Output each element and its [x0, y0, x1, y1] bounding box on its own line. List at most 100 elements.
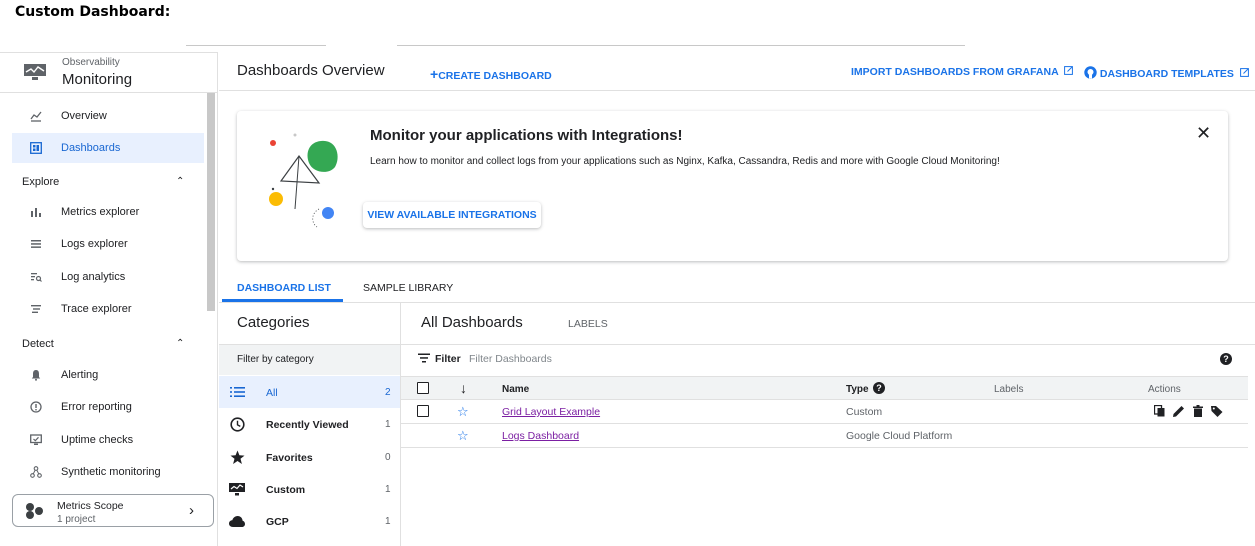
chevron-up-icon[interactable]: ⌃ — [176, 176, 184, 187]
view-integrations-button[interactable]: VIEW AVAILABLE INTEGRATIONS — [363, 202, 541, 228]
sidebar-item-label: Logs explorer — [61, 238, 128, 250]
column-header-name[interactable]: Name — [502, 384, 529, 395]
create-dashboard-label: CREATE DASHBOARD — [438, 70, 552, 82]
import-grafana-label: IMPORT DASHBOARDS FROM GRAFANA — [851, 66, 1059, 78]
divider — [219, 90, 1255, 91]
dashboards-icon — [24, 142, 48, 154]
table-header: ↓ Name Type ? Labels Actions — [401, 376, 1248, 400]
metrics-scope-button[interactable]: Metrics Scope 1 project › — [12, 494, 214, 527]
edit-pencil-icon[interactable] — [1172, 404, 1185, 417]
error-reporting-icon — [24, 401, 48, 413]
metrics-scope-title: Metrics Scope — [57, 500, 124, 512]
delete-trash-icon[interactable] — [1191, 404, 1204, 417]
table-row: ☆ Logs Dashboard Google Cloud Platform — [401, 424, 1248, 448]
banner-title: Monitor your applications with Integrati… — [370, 127, 683, 144]
tab-dashboard-list[interactable]: DASHBOARD LIST — [237, 282, 331, 294]
github-icon — [1084, 66, 1097, 79]
row-checkbox[interactable] — [417, 405, 429, 417]
category-count: 1 — [385, 516, 391, 527]
column-header-type[interactable]: Type — [846, 384, 869, 395]
row-actions — [1153, 404, 1223, 417]
category-recently-viewed[interactable]: Recently Viewed 1 — [219, 408, 400, 440]
dashboard-templates-label: DASHBOARD TEMPLATES — [1099, 68, 1234, 80]
banner-description: Learn how to monitor and collect logs fr… — [370, 156, 1000, 167]
chevron-up-icon[interactable]: ⌃ — [176, 338, 184, 349]
category-all[interactable]: All 2 — [219, 376, 400, 408]
sidebar-item-label: Dashboards — [61, 142, 121, 154]
divider — [186, 45, 326, 46]
bell-icon — [24, 369, 48, 381]
close-icon[interactable]: ✕ — [1196, 123, 1211, 144]
category-label: GCP — [266, 516, 289, 528]
sidebar-item-log-analytics[interactable]: Log analytics — [12, 262, 204, 292]
sidebar-item-label: Alerting — [61, 369, 99, 381]
sidebar-item-label: Overview — [61, 110, 107, 122]
filter-label[interactable]: Filter — [435, 353, 461, 365]
dashboard-type: Google Cloud Platform — [846, 430, 953, 442]
tab-labels[interactable]: LABELS — [568, 318, 608, 330]
import-grafana-link[interactable]: IMPORT DASHBOARDS FROM GRAFANA — [851, 66, 1074, 78]
cloud-icon — [228, 513, 246, 529]
label-tag-icon[interactable] — [1210, 404, 1223, 417]
product-name: Monitoring — [62, 71, 133, 88]
category-custom[interactable]: Custom 1 — [219, 473, 400, 505]
filter-dashboards-input[interactable]: Filter Dashboards — [469, 353, 552, 365]
monitoring-logo-icon — [24, 64, 46, 80]
list-icon — [228, 384, 246, 400]
help-icon[interactable]: ? — [1220, 353, 1232, 365]
sidebar-item-metrics-explorer[interactable]: Metrics explorer — [12, 197, 204, 227]
plus-icon: + — [430, 66, 439, 82]
create-dashboard-button[interactable]: +CREATE DASHBOARD — [430, 66, 552, 82]
copy-icon[interactable] — [1153, 404, 1166, 417]
uptime-icon — [24, 434, 48, 446]
product-header[interactable]: Observability Monitoring — [0, 53, 217, 93]
sidebar-item-dashboards[interactable]: Dashboards — [12, 133, 204, 163]
divider — [219, 302, 1255, 303]
sidebar: Observability Monitoring Overview Dashbo… — [0, 52, 218, 546]
section-header-detect: Detect — [22, 338, 54, 350]
category-favorites[interactable]: Favorites 0 — [219, 441, 400, 473]
clock-icon — [228, 416, 246, 432]
category-label: Custom — [266, 484, 306, 496]
column-header-labels: Labels — [994, 384, 1024, 395]
star-icon — [228, 449, 246, 465]
external-link-icon — [1239, 68, 1249, 77]
category-count: 2 — [385, 387, 391, 398]
table-row: ☆ Grid Layout Example Custom — [401, 400, 1248, 424]
sidebar-scrollbar[interactable] — [207, 93, 215, 311]
category-gcp[interactable]: GCP 1 — [219, 505, 400, 537]
sidebar-item-uptime-checks[interactable]: Uptime checks — [12, 425, 204, 455]
divider — [401, 344, 1255, 345]
categories-title: Categories — [237, 314, 310, 331]
dashboard-name-link[interactable]: Grid Layout Example — [502, 406, 600, 418]
integrations-banner: Monitor your applications with Integrati… — [237, 111, 1228, 261]
sidebar-item-trace-explorer[interactable]: Trace explorer — [12, 294, 204, 324]
document-title: Custom Dashboard: — [15, 4, 171, 20]
help-icon[interactable]: ? — [873, 382, 885, 394]
all-dashboards-title: All Dashboards — [421, 314, 523, 331]
sidebar-item-overview[interactable]: Overview — [12, 101, 204, 131]
category-count: 1 — [385, 484, 391, 495]
dashboard-type: Custom — [846, 406, 883, 418]
sidebar-item-logs-explorer[interactable]: Logs explorer — [12, 229, 204, 259]
star-outline-icon[interactable]: ☆ — [457, 404, 469, 420]
sort-arrow-icon[interactable]: ↓ — [460, 380, 467, 396]
star-outline-icon[interactable]: ☆ — [457, 428, 469, 444]
select-all-checkbox[interactable] — [417, 382, 429, 394]
dashboard-templates-link[interactable]: DASHBOARD TEMPLATES — [1084, 66, 1249, 80]
tab-sample-library[interactable]: SAMPLE LIBRARY — [363, 282, 453, 294]
page-title: Dashboards Overview — [237, 62, 385, 79]
sidebar-item-error-reporting[interactable]: Error reporting — [12, 392, 204, 422]
external-link-icon — [1064, 66, 1074, 75]
overview-icon — [24, 110, 48, 122]
sidebar-item-synthetic-monitoring[interactable]: Synthetic monitoring — [12, 457, 204, 487]
metrics-scope-icon — [26, 503, 43, 519]
category-label: All — [266, 387, 278, 399]
sidebar-item-label: Uptime checks — [61, 434, 134, 446]
dashboard-name-link[interactable]: Logs Dashboard — [502, 430, 579, 442]
sidebar-item-alerting[interactable]: Alerting — [12, 360, 204, 390]
trace-icon — [24, 303, 48, 315]
category-filter-label: Filter by category — [237, 354, 314, 365]
category-filter-input[interactable]: Filter by category — [219, 344, 400, 375]
sidebar-item-label: Error reporting — [61, 401, 132, 413]
